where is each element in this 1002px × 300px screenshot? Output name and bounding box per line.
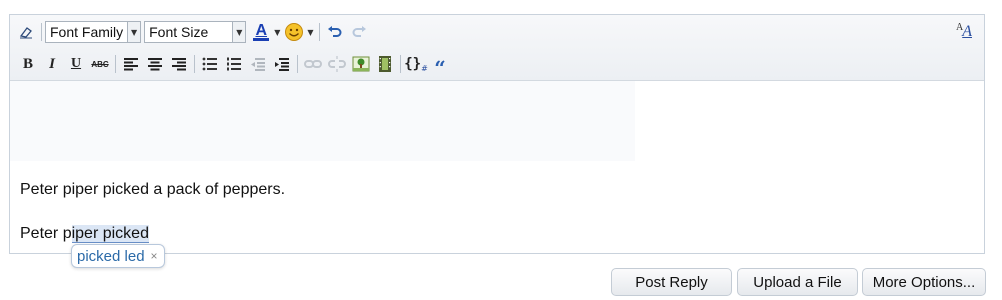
eraser-icon[interactable] (14, 21, 38, 43)
redo-icon[interactable] (347, 21, 371, 43)
align-center-icon[interactable] (143, 53, 167, 75)
chevron-down-icon: ▼ (232, 22, 246, 42)
toolbar-row-2: B I U ABC {} # “ (16, 52, 452, 80)
suggestion-text[interactable]: picked led (77, 248, 145, 265)
strike-glyph: ABC (91, 59, 109, 69)
italic-glyph: I (49, 55, 55, 72)
bullet-list-icon[interactable] (198, 53, 222, 75)
toolbar-separator (297, 55, 298, 73)
indent-icon[interactable] (270, 53, 294, 75)
chevron-down-icon[interactable]: ▼ (274, 28, 280, 37)
underline-glyph: U (70, 56, 82, 71)
text-line: Peter piper picked (20, 225, 149, 243)
format-toggle-icon[interactable]: A A (952, 21, 976, 43)
autocorrect-suggestion[interactable]: picked led × (71, 244, 165, 268)
content-shaded-area (10, 81, 635, 161)
editor-toolbar: Font Family ▼ Font Size ▼ A ▼ ▼ A A B I … (10, 15, 984, 81)
rich-text-editor: Font Family ▼ Font Size ▼ A ▼ ▼ A A B I … (9, 14, 985, 254)
image-icon[interactable] (349, 53, 373, 75)
media-icon[interactable] (373, 53, 397, 75)
quote-glyph: “ (434, 56, 446, 80)
text-line: Peter piper picked a pack of peppers. (20, 181, 286, 198)
upload-file-button[interactable]: Upload a File (737, 268, 858, 296)
font-size-value: Font Size (149, 24, 209, 40)
toolbar-separator (194, 55, 195, 73)
text-line-prefix: Peter p (20, 225, 72, 242)
format-toggle-glyph: A (962, 23, 972, 40)
toolbar-separator (400, 55, 401, 73)
close-icon[interactable]: × (151, 249, 158, 263)
bold-glyph: B (22, 55, 33, 72)
code-glyph: {} (404, 56, 422, 72)
bold-icon[interactable]: B (16, 53, 40, 75)
font-family-select[interactable]: Font Family ▼ (45, 21, 142, 43)
underline-icon[interactable]: U (64, 53, 88, 75)
font-color-glyph: A (255, 22, 268, 39)
chevron-down-icon[interactable]: ▼ (307, 28, 313, 37)
font-color-icon[interactable]: A (249, 21, 273, 43)
toolbar-separator (41, 23, 42, 41)
editor-content[interactable]: Peter piper picked a pack of peppers. Pe… (10, 81, 984, 253)
outdent-icon[interactable] (246, 53, 270, 75)
link-icon[interactable] (301, 53, 325, 75)
toolbar-separator (318, 23, 320, 41)
strikethrough-icon[interactable]: ABC (88, 53, 112, 75)
unlink-icon[interactable] (325, 53, 349, 75)
toolbar-separator (115, 55, 116, 73)
undo-icon[interactable] (323, 21, 347, 43)
align-right-icon[interactable] (167, 53, 191, 75)
smilie-icon[interactable] (282, 21, 306, 43)
font-size-select[interactable]: Font Size ▼ (144, 21, 247, 43)
more-options-button[interactable]: More Options... (862, 268, 986, 296)
toolbar-row-1: Font Family ▼ Font Size ▼ A ▼ ▼ (14, 20, 371, 44)
quote-icon[interactable]: “ (428, 53, 452, 80)
chevron-down-icon: ▼ (127, 22, 141, 42)
post-reply-button[interactable]: Post Reply (611, 268, 732, 296)
font-family-value: Font Family (50, 24, 124, 40)
numbered-list-icon[interactable] (222, 53, 246, 75)
align-left-icon[interactable] (119, 53, 143, 75)
selected-text: iper picked (71, 225, 149, 243)
italic-icon[interactable]: I (40, 53, 64, 75)
code-icon[interactable]: {} # (404, 53, 428, 75)
